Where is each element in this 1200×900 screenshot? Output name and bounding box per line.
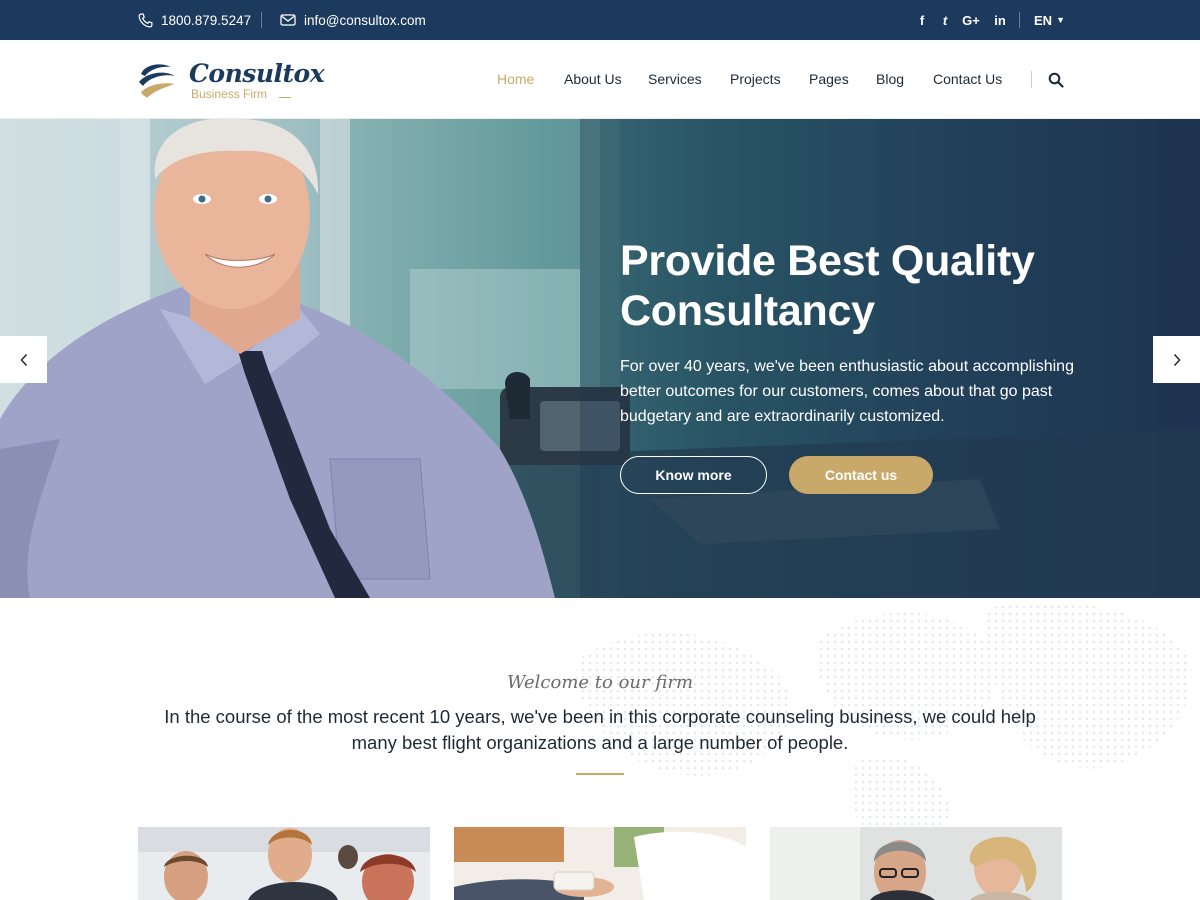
topbar-divider bbox=[261, 12, 262, 28]
nav-item-projects[interactable]: Projects bbox=[730, 71, 781, 87]
consultants-image bbox=[770, 827, 1062, 900]
nav-item-contact-us[interactable]: Contact Us bbox=[933, 71, 1002, 87]
top-bar: 1800.879.5247 info@consultox.com f t G+ … bbox=[0, 0, 1200, 40]
search-button[interactable] bbox=[1048, 72, 1064, 88]
topbar-email[interactable]: info@consultox.com bbox=[280, 0, 426, 40]
hero-slider: Provide Best Quality Consultancy For ove… bbox=[0, 119, 1200, 598]
topbar-phone-number: 1800.879.5247 bbox=[161, 12, 252, 28]
contact-us-button[interactable]: Contact us bbox=[789, 456, 933, 494]
team-meeting-image bbox=[138, 827, 430, 900]
service-card-image[interactable] bbox=[454, 827, 746, 900]
section-divider bbox=[576, 773, 624, 775]
welcome-section: Welcome to our firm In the course of the… bbox=[0, 598, 1200, 900]
site-header: Consultox Business Firm Home About Us Se… bbox=[0, 40, 1200, 119]
nav-item-pages[interactable]: Pages bbox=[809, 71, 849, 87]
chevron-down-icon: ▼ bbox=[1056, 15, 1065, 25]
linkedin-icon[interactable]: in bbox=[992, 13, 1008, 28]
hero-description: For over 40 years, we've been enthusiast… bbox=[620, 358, 1074, 425]
logo-name: Consultox bbox=[189, 59, 325, 88]
logo-underline bbox=[279, 97, 291, 98]
nav-item-about-us[interactable]: About Us bbox=[564, 71, 622, 87]
know-more-button[interactable]: Know more bbox=[620, 456, 767, 494]
nav-item-blog[interactable]: Blog bbox=[876, 71, 904, 87]
social-links: f t G+ in bbox=[915, 0, 1008, 40]
nav-item-home[interactable]: Home bbox=[497, 71, 534, 87]
topbar-phone[interactable]: 1800.879.5247 bbox=[138, 0, 251, 40]
nav-divider bbox=[1031, 71, 1032, 88]
topbar-divider bbox=[1019, 12, 1020, 28]
language-label: EN bbox=[1034, 12, 1053, 28]
twitter-icon[interactable]: t bbox=[938, 13, 952, 28]
logo-mark-icon bbox=[139, 64, 175, 98]
logo-tagline: Business Firm bbox=[191, 87, 268, 101]
nav-item-services[interactable]: Services bbox=[648, 71, 702, 87]
slider-prev-button[interactable] bbox=[0, 336, 47, 383]
service-card-image[interactable] bbox=[770, 827, 1062, 900]
topbar-email-address: info@consultox.com bbox=[304, 12, 426, 28]
welcome-kicker: Welcome to our firm bbox=[506, 672, 694, 693]
welcome-lead: In the course of the most recent 10 year… bbox=[164, 706, 1036, 753]
logo[interactable]: Consultox Business Firm bbox=[137, 60, 325, 102]
chevron-right-icon bbox=[1173, 353, 1181, 366]
slider-next-button[interactable] bbox=[1153, 336, 1200, 383]
hero-title: Provide Best Quality Consultancy bbox=[620, 237, 1035, 335]
chevron-left-icon bbox=[19, 353, 27, 366]
facebook-icon[interactable]: f bbox=[915, 13, 929, 28]
handshake-image bbox=[454, 827, 746, 900]
envelope-icon bbox=[280, 14, 296, 26]
google-plus-icon[interactable]: G+ bbox=[960, 13, 982, 28]
search-icon bbox=[1048, 72, 1064, 88]
language-selector[interactable]: EN ▼ bbox=[1034, 0, 1065, 40]
service-card-image[interactable] bbox=[138, 827, 430, 900]
phone-icon bbox=[138, 13, 153, 27]
